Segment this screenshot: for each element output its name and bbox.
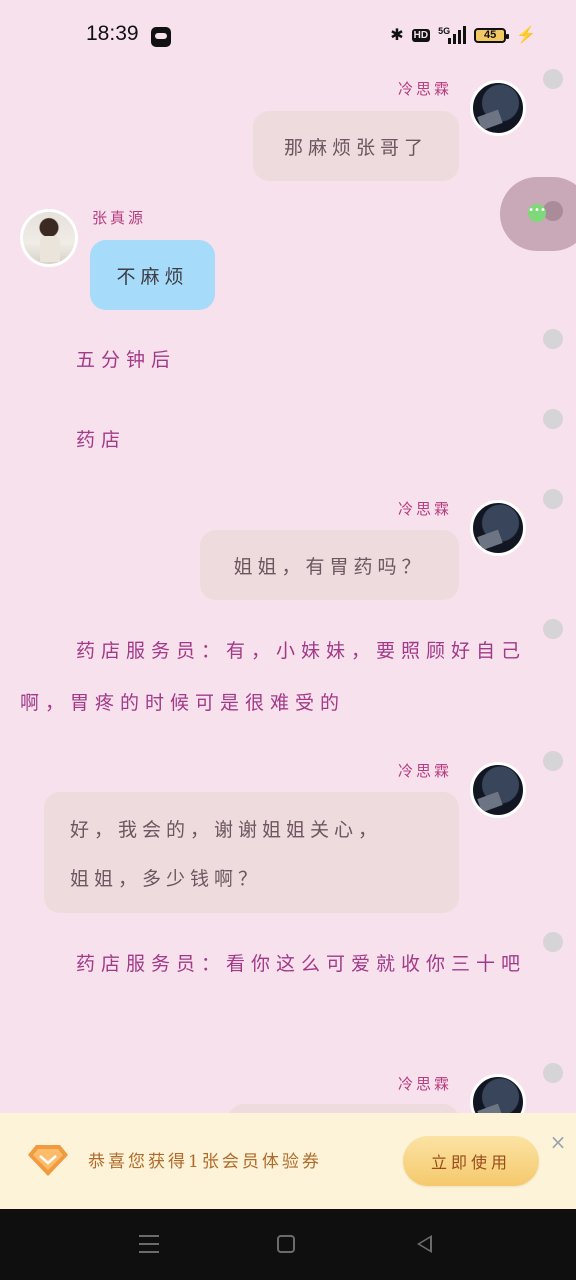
charging-icon: ⚡ xyxy=(516,27,536,44)
chat-bubble-incoming[interactable]: 不麻烦 xyxy=(90,240,215,310)
sender-name: 冷思霖 xyxy=(398,80,453,98)
narration-text: 药店服务员：有，小妹妹，要照顾好自己啊，胃疼的时候可是很难受的 xyxy=(20,640,527,714)
narration-text: 五分钟后 xyxy=(76,349,177,371)
sender-name: 冷思霖 xyxy=(398,1075,453,1093)
message-option-dot[interactable] xyxy=(543,751,563,771)
status-icons: ✱ HD 5G 45 ⚡ xyxy=(390,25,536,45)
message-option-dot[interactable] xyxy=(543,1063,563,1083)
hd-icon: HD xyxy=(411,28,431,42)
back-icon[interactable] xyxy=(409,1229,439,1259)
close-icon[interactable]: × xyxy=(549,1132,567,1152)
sender-name: 冷思霖 xyxy=(398,500,453,518)
floating-assistant-button[interactable]: ••• xyxy=(500,177,576,251)
status-bar: 18:39 ✱ HD 5G 45 ⚡ xyxy=(0,0,576,72)
message-option-dot[interactable] xyxy=(543,409,563,429)
battery-level: 45 xyxy=(483,29,497,41)
narration-text: 药店服务员：看你这么可爱就收你三十吧 xyxy=(76,953,527,975)
chat-bubble-outgoing[interactable]: 那麻烦张哥了 xyxy=(253,111,459,181)
avatar[interactable] xyxy=(470,80,526,136)
message-option-dot[interactable] xyxy=(543,932,563,952)
message-option-dot[interactable] xyxy=(543,69,563,89)
message-option-dot[interactable] xyxy=(543,329,563,349)
app-icon xyxy=(151,27,171,47)
avatar[interactable] xyxy=(470,500,526,556)
chat-bubble-outgoing[interactable]: 姐姐，有胃药吗？ xyxy=(200,530,459,600)
avatar[interactable] xyxy=(470,762,526,818)
promo-banner: 恭喜您获得1张会员体验券 立即使用 × xyxy=(0,1113,576,1209)
signal-icon: 5G xyxy=(438,26,467,44)
message-option-dot[interactable] xyxy=(543,619,563,639)
status-time: 18:39 xyxy=(86,22,139,45)
bluetooth-icon: ✱ xyxy=(390,27,404,44)
network-label: 5G xyxy=(438,26,451,36)
bubble-line: 姐姐，多少钱啊？ xyxy=(70,867,263,890)
chat-bubble-outgoing[interactable]: 好，我会的，谢谢姐姐关心， 姐姐，多少钱啊？ xyxy=(44,792,459,913)
message-option-dot[interactable] xyxy=(543,489,563,509)
battery-icon: 45 xyxy=(474,27,510,43)
bubble-line: 好，我会的，谢谢姐姐关心， xyxy=(70,818,383,841)
narration-text: 药店 xyxy=(76,429,127,451)
promo-text: 恭喜您获得1张会员体验券 xyxy=(88,1152,322,1172)
avatar[interactable] xyxy=(20,209,78,267)
home-icon[interactable] xyxy=(271,1229,301,1259)
sender-name: 冷思霖 xyxy=(398,762,453,780)
system-navigation-bar xyxy=(0,1209,576,1280)
use-now-button[interactable]: 立即使用 xyxy=(403,1136,539,1186)
diamond-icon xyxy=(28,1145,68,1176)
menu-icon[interactable] xyxy=(134,1229,164,1259)
sender-name: 张真源 xyxy=(92,209,147,227)
floating-dot xyxy=(543,201,563,221)
chat-icon: ••• xyxy=(528,204,546,222)
